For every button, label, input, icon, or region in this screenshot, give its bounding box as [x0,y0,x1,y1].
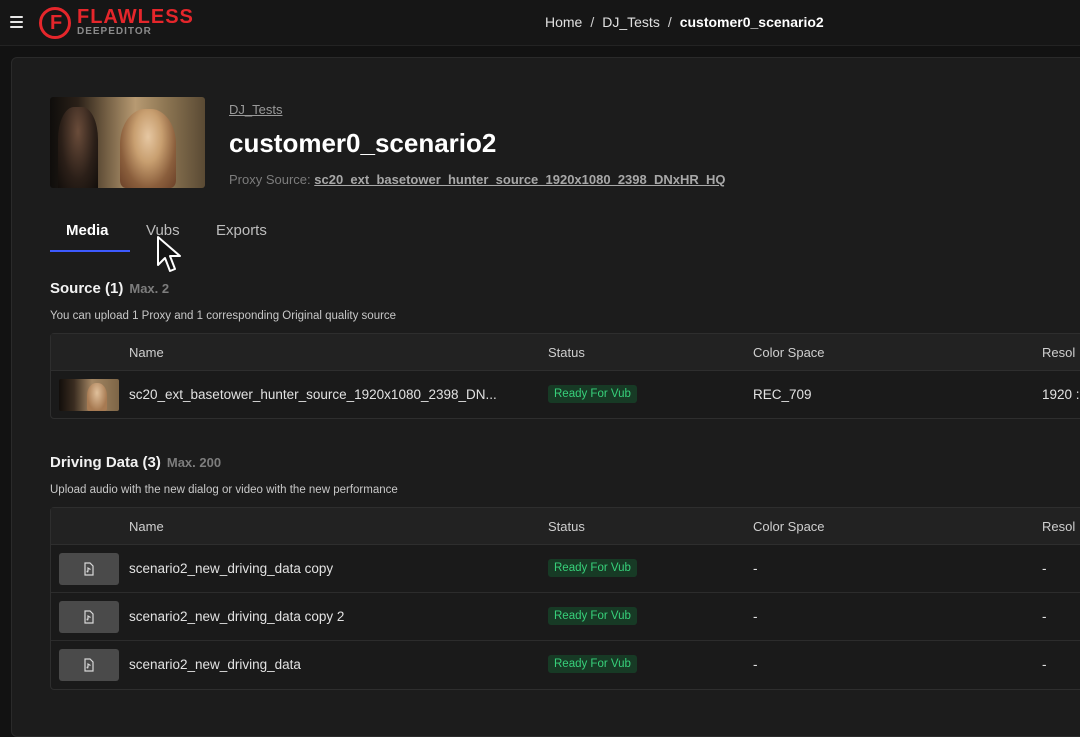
column-resolution[interactable]: Resol [1042,345,1075,360]
table-header: Name Status Color Space Resol [51,334,1080,371]
row-color-space: - [753,561,758,576]
logo-title: FLAWLESS [77,6,194,28]
tab-exports[interactable]: Exports [216,222,267,252]
parent-project-link[interactable]: DJ_Tests [229,102,282,117]
driving-table: Name Status Color Space Resol scenario2_… [50,507,1080,690]
table-row[interactable]: scenario2_new_driving_data copy 2 Ready … [51,593,1080,641]
driving-section-subtitle: Upload audio with the new dialog or vide… [50,484,398,496]
tab-vubs[interactable]: Vubs [146,222,180,252]
proxy-source-link[interactable]: sc20_ext_basetower_hunter_source_1920x10… [314,172,725,187]
table-row[interactable]: scenario2_new_driving_data copy Ready Fo… [51,545,1080,593]
audio-file-icon [59,553,119,585]
table-header: Name Status Color Space Resol [51,508,1080,545]
source-max: Max. 2 [129,281,170,296]
breadcrumb: Home / DJ_Tests / customer0_scenario2 [545,14,824,30]
status-badge: Ready For Vub [548,655,637,673]
row-name: scenario2_new_driving_data copy 2 [129,609,345,624]
tab-media[interactable]: Media [66,222,109,252]
column-name[interactable]: Name [129,519,164,534]
logo-subtitle: DEEPEDITOR [77,26,152,37]
driving-max: Max. 200 [166,455,222,470]
row-name: sc20_ext_basetower_hunter_source_1920x10… [129,387,497,402]
table-row[interactable]: scenario2_new_driving_data Ready For Vub… [51,641,1080,689]
source-thumbnail [59,379,119,411]
row-resolution: - [1042,609,1047,624]
proxy-source: Proxy Source: sc20_ext_basetower_hunter_… [229,172,725,187]
page-title: customer0_scenario2 [229,128,497,158]
audio-file-icon [59,601,119,633]
breadcrumb-separator: / [667,14,672,30]
column-color-space[interactable]: Color Space [753,345,825,360]
breadcrumb-dj-tests[interactable]: DJ_Tests [602,14,660,30]
hamburger-icon[interactable] [10,16,23,28]
breadcrumb-separator: / [590,14,595,30]
column-name[interactable]: Name [129,345,164,360]
project-thumbnail [50,97,205,188]
table-row[interactable]: sc20_ext_basetower_hunter_source_1920x10… [51,371,1080,418]
status-badge: Ready For Vub [548,385,637,403]
row-resolution: - [1042,657,1047,672]
source-table: Name Status Color Space Resol sc20_ext_b… [50,333,1080,419]
row-color-space: - [753,657,758,672]
driving-section-title: Driving Data (3) Max. 200 [50,454,222,471]
row-resolution: - [1042,561,1047,576]
column-color-space[interactable]: Color Space [753,519,825,534]
row-color-space: REC_709 [753,387,812,402]
column-status[interactable]: Status [548,345,585,360]
row-color-space: - [753,609,758,624]
row-resolution: 1920 : [1042,387,1080,402]
top-bar: F FLAWLESS DEEPEDITOR Home / DJ_Tests / cust… [0,0,1080,46]
row-name: scenario2_new_driving_data copy [129,561,334,576]
row-name: scenario2_new_driving_data [129,657,301,672]
logo-mark-icon: F [39,7,71,39]
active-tab-indicator [50,250,130,252]
audio-file-icon [59,649,119,681]
breadcrumb-current: customer0_scenario2 [679,14,824,30]
proxy-source-label: Proxy Source: [229,172,311,187]
source-section-subtitle: You can upload 1 Proxy and 1 correspondi… [50,310,397,322]
status-badge: Ready For Vub [548,607,637,625]
status-badge: Ready For Vub [548,559,637,577]
column-resolution[interactable]: Resol [1042,519,1075,534]
source-section-title: Source (1) Max. 2 [50,280,170,297]
column-status[interactable]: Status [548,519,585,534]
breadcrumb-home[interactable]: Home [545,14,582,30]
